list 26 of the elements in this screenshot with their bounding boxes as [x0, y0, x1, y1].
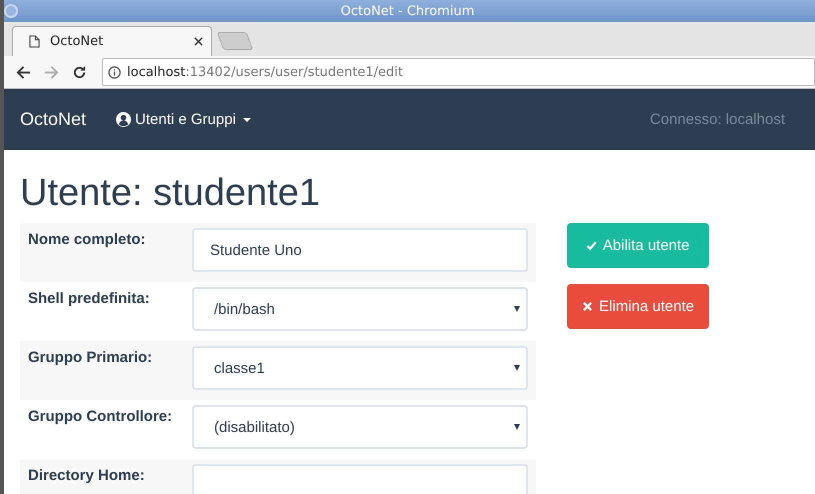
back-icon[interactable]	[16, 64, 31, 80]
brand-link[interactable]: OctoNet	[20, 109, 86, 130]
field-label: Gruppo Primario:	[28, 348, 154, 366]
address-field[interactable]: localhost:13402/users/user/studente1/edit	[102, 58, 815, 86]
select-field[interactable]: /bin/bash	[192, 287, 528, 331]
field-label: Directory Home:	[28, 466, 146, 484]
field-label: Shell predefinita:	[28, 289, 151, 307]
check-icon	[586, 240, 598, 251]
window-title: OctoNet - Chromium	[340, 4, 476, 18]
delete-user-button[interactable]: Elimina utente	[567, 284, 709, 329]
field-label: Gruppo Controllore:	[28, 407, 174, 425]
reload-icon[interactable]	[72, 64, 87, 80]
field-label: Nome completo:	[28, 230, 147, 248]
select-field[interactable]: classe1	[192, 346, 528, 390]
browser-tab[interactable]: OctoNet	[12, 26, 212, 56]
browser-logo-icon	[4, 4, 18, 18]
select-field[interactable]: (disabilitato)	[192, 405, 528, 449]
info-icon	[108, 66, 121, 78]
close-icon[interactable]	[194, 37, 203, 46]
page-heading: Utente: studente1	[20, 172, 321, 215]
input-field[interactable]: Studente Uno	[192, 228, 528, 272]
users-groups-menu[interactable]: Utenti e Gruppi	[116, 111, 650, 128]
connection-status: Connesso: localhost	[650, 111, 785, 128]
page-icon	[29, 35, 40, 48]
close-icon	[582, 301, 593, 312]
user-icon	[116, 112, 132, 127]
